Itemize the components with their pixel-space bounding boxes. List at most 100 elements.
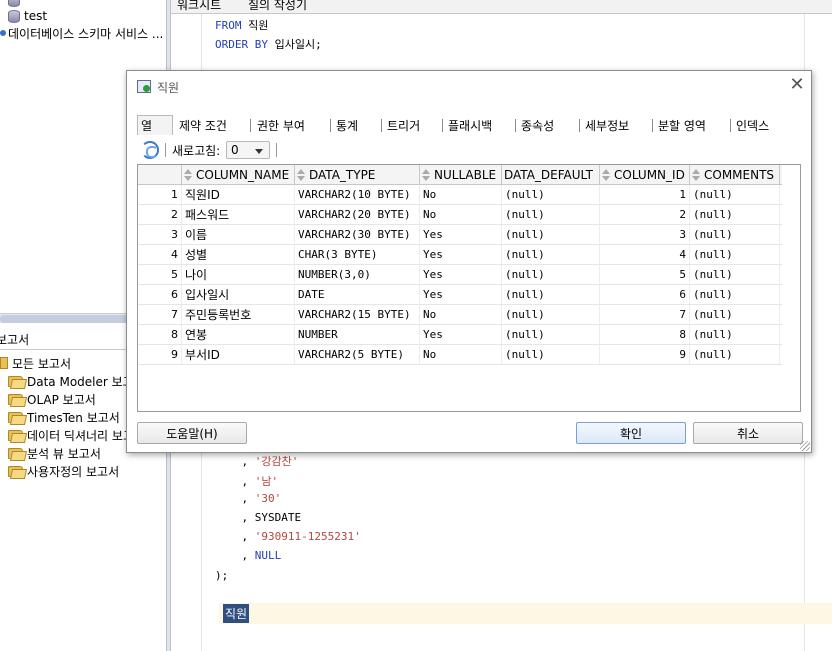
dialog-title-bar[interactable]: 직원 ✕ <box>127 71 811 103</box>
comments-cell[interactable]: (null) <box>690 305 780 324</box>
column-name-cell[interactable]: 패스워드 <box>182 205 295 224</box>
column-id-cell[interactable]: 1 <box>600 185 690 204</box>
column-name-cell[interactable]: 부서ID <box>182 345 295 364</box>
row-number-cell[interactable]: 5 <box>138 265 182 284</box>
row-number-cell[interactable]: 7 <box>138 305 182 324</box>
column-name-cell[interactable]: 직원ID <box>182 185 295 204</box>
comments-cell[interactable]: (null) <box>690 225 780 244</box>
column-header-nullable[interactable]: NULLABLE <box>420 165 502 185</box>
comments-cell[interactable]: (null) <box>690 325 780 344</box>
data-type-cell[interactable]: VARCHAR2(20 BYTE) <box>295 205 420 224</box>
data-default-cell[interactable]: (null) <box>502 285 600 304</box>
comments-cell[interactable]: (null) <box>690 345 780 364</box>
nullable-cell[interactable]: Yes <box>420 325 502 344</box>
report-item-timesten[interactable]: TimesTen 보고서 <box>8 408 120 426</box>
tab-query-builder[interactable]: 질의 작성기 <box>244 0 311 13</box>
data-default-cell[interactable]: (null) <box>502 225 600 244</box>
tab-triggers[interactable]: 트리거 <box>384 115 420 135</box>
column-name-cell[interactable]: 성별 <box>182 245 295 264</box>
nullable-cell[interactable]: No <box>420 305 502 324</box>
comments-cell[interactable]: (null) <box>690 265 780 284</box>
column-id-cell[interactable]: 6 <box>600 285 690 304</box>
ok-button[interactable]: 확인 <box>576 422 686 444</box>
column-name-cell[interactable]: 이름 <box>182 225 295 244</box>
data-type-cell[interactable]: VARCHAR2(30 BYTE) <box>295 225 420 244</box>
column-name-cell[interactable]: 주민등록번호 <box>182 305 295 324</box>
data-type-cell[interactable]: VARCHAR2(15 BYTE) <box>295 305 420 324</box>
data-type-cell[interactable]: NUMBER <box>295 325 420 344</box>
column-name-cell[interactable]: 연봉 <box>182 325 295 344</box>
navigator-item-schema-service[interactable]: 데이터베이스 스키마 서비스 ... <box>0 24 163 42</box>
resize-grip[interactable] <box>800 441 810 451</box>
report-item-data-modeler[interactable]: Data Modeler 보고서 <box>8 372 145 390</box>
data-default-cell[interactable]: (null) <box>502 325 600 344</box>
row-number-cell[interactable]: 4 <box>138 245 182 264</box>
column-header-data-default[interactable]: DATA_DEFAULT <box>502 165 600 185</box>
column-id-cell[interactable]: 5 <box>600 265 690 284</box>
report-item-all[interactable]: 모든 보고서 <box>0 354 71 372</box>
cancel-button[interactable]: 취소 <box>693 422 803 444</box>
table-row[interactable]: 5 나이 NUMBER(3,0) Yes (null) 5 (null) <box>138 265 782 285</box>
column-name-cell[interactable]: 입사일시 <box>182 285 295 304</box>
column-id-cell[interactable]: 3 <box>600 225 690 244</box>
column-id-cell[interactable]: 7 <box>600 305 690 324</box>
report-item-analytic-view[interactable]: 분석 뷰 보고서 <box>8 444 101 462</box>
data-default-cell[interactable]: (null) <box>502 245 600 264</box>
data-default-cell[interactable]: (null) <box>502 305 600 324</box>
table-row[interactable]: 7 주민등록번호 VARCHAR2(15 BYTE) No (null) 7 (null) <box>138 305 782 325</box>
row-number-cell[interactable]: 3 <box>138 225 182 244</box>
row-number-cell[interactable]: 9 <box>138 345 182 364</box>
report-item-olap[interactable]: OLAP 보고서 <box>8 390 96 408</box>
close-icon[interactable]: ✕ <box>788 76 806 95</box>
data-default-cell[interactable]: (null) <box>502 205 600 224</box>
tab-worksheet[interactable]: 워크시트 <box>173 0 225 13</box>
tab-statistics[interactable]: 통계 <box>333 115 358 135</box>
data-default-cell[interactable]: (null) <box>502 185 600 204</box>
comments-cell[interactable]: (null) <box>690 185 780 204</box>
column-id-cell[interactable]: 2 <box>600 205 690 224</box>
table-row[interactable]: 8 연봉 NUMBER Yes (null) 8 (null) <box>138 325 782 345</box>
table-row[interactable]: 1 직원ID VARCHAR2(10 BYTE) No (null) 1 (null) <box>138 185 782 205</box>
data-default-cell[interactable]: (null) <box>502 345 600 364</box>
data-type-cell[interactable]: NUMBER(3,0) <box>295 265 420 284</box>
report-item-user-defined[interactable]: 사용자정의 보고서 <box>8 462 119 480</box>
column-header-column-name[interactable]: COLUMN_NAME <box>182 165 295 185</box>
help-button[interactable]: 도움말(H) <box>137 422 247 444</box>
refresh-interval-select[interactable]: 0 <box>226 141 270 159</box>
refresh-icon[interactable] <box>141 141 159 159</box>
nullable-cell[interactable]: No <box>420 205 502 224</box>
comments-cell[interactable]: (null) <box>690 285 780 304</box>
nullable-cell[interactable]: Yes <box>420 265 502 284</box>
row-number-cell[interactable]: 2 <box>138 205 182 224</box>
tab-dependencies[interactable]: 종속성 <box>518 115 554 135</box>
tab-partitions[interactable]: 분할 영역 <box>655 115 706 135</box>
column-id-cell[interactable]: 9 <box>600 345 690 364</box>
navigator-item-test[interactable]: test <box>8 7 47 25</box>
data-type-cell[interactable]: DATE <box>295 285 420 304</box>
table-row[interactable]: 6 입사일시 DATE Yes (null) 6 (null) <box>138 285 782 305</box>
nullable-cell[interactable]: No <box>420 345 502 364</box>
tab-indexes[interactable]: 인덱스 <box>733 115 769 135</box>
comments-cell[interactable]: (null) <box>690 205 780 224</box>
column-header-data-type[interactable]: DATA_TYPE <box>295 165 420 185</box>
nullable-cell[interactable]: Yes <box>420 225 502 244</box>
row-number-cell[interactable]: 8 <box>138 325 182 344</box>
columns-grid[interactable]: COLUMN_NAME DATA_TYPE NULLABLE DATA_DEFA… <box>137 164 801 412</box>
table-row[interactable]: 9 부서ID VARCHAR2(5 BYTE) No (null) 9 (null) <box>138 345 782 365</box>
column-id-cell[interactable]: 4 <box>600 245 690 264</box>
report-item-data-dictionary[interactable]: 데이터 딕셔너리 보고서 <box>8 426 145 444</box>
tab-details[interactable]: 세부정보 <box>582 115 629 135</box>
data-default-cell[interactable]: (null) <box>502 265 600 284</box>
row-number-cell[interactable]: 1 <box>138 185 182 204</box>
table-row[interactable]: 3 이름 VARCHAR2(30 BYTE) Yes (null) 3 (null) <box>138 225 782 245</box>
column-id-cell[interactable]: 8 <box>600 325 690 344</box>
row-number-cell[interactable]: 6 <box>138 285 182 304</box>
data-type-cell[interactable]: VARCHAR2(10 BYTE) <box>295 185 420 204</box>
data-type-cell[interactable]: VARCHAR2(5 BYTE) <box>295 345 420 364</box>
data-type-cell[interactable]: CHAR(3 BYTE) <box>295 245 420 264</box>
nullable-cell[interactable]: Yes <box>420 245 502 264</box>
column-header-comments[interactable]: COMMENTS <box>690 165 780 185</box>
tab-constraints[interactable]: 제약 조건 <box>176 115 227 135</box>
tab-columns[interactable]: 열 <box>137 115 173 135</box>
nullable-cell[interactable]: No <box>420 185 502 204</box>
